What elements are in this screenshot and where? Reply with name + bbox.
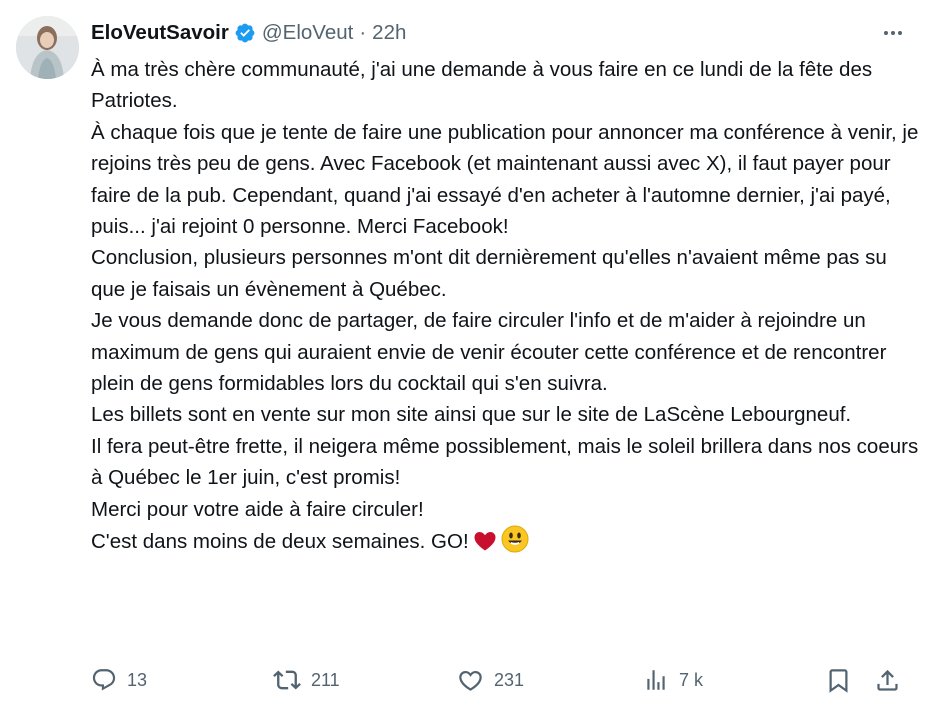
reply-count: 13 xyxy=(127,669,148,690)
share-icon xyxy=(877,669,898,691)
repost-button[interactable]: 211 xyxy=(273,664,340,696)
smiling-face-icon xyxy=(501,525,529,562)
tweet-text: À ma très chère communauté, j'ai une dem… xyxy=(91,54,921,563)
tweet-paragraph: À chaque fois que je tente de faire une … xyxy=(91,120,919,239)
more-options-icon[interactable] xyxy=(878,22,908,44)
like-count: 231 xyxy=(494,669,525,690)
tweet-paragraph: Je vous demande donc de partager, de fai… xyxy=(91,309,887,396)
like-button[interactable]: 231 xyxy=(457,664,524,696)
tweet-last-line: C'est dans moins de deux semaines. GO! xyxy=(91,530,469,554)
views-chart-icon xyxy=(647,670,665,690)
tweet-paragraph: Il fera peut-être frette, il neigera mêm… xyxy=(91,434,919,490)
handle[interactable]: @EloVeut xyxy=(262,21,353,45)
reply-button[interactable]: 13 xyxy=(91,664,147,696)
tweet: EloVeutSavoir @EloVeut · 22h À ma très c… xyxy=(0,0,936,719)
separator-dot: · xyxy=(359,21,367,44)
tweet-paragraph: Merci pour votre aide à faire circuler! xyxy=(91,497,424,521)
tweet-paragraph: Conclusion, plusieurs personnes m'ont di… xyxy=(91,246,887,301)
red-heart-icon xyxy=(473,529,497,562)
heart-icon xyxy=(459,670,482,691)
verified-badge-icon[interactable] xyxy=(234,22,256,44)
bookmark-button[interactable] xyxy=(825,664,852,696)
avatar[interactable] xyxy=(16,16,79,79)
repost-icon xyxy=(273,670,301,690)
display-name[interactable]: EloVeutSavoir xyxy=(91,21,229,45)
repost-count: 211 xyxy=(311,669,340,690)
views-count: 7 k xyxy=(679,669,704,690)
bookmark-icon xyxy=(829,668,848,693)
tweet-paragraph: Les billets sont en vente sur mon site a… xyxy=(91,403,852,427)
avatar-image xyxy=(16,16,79,79)
tweet-paragraph: À ma très chère communauté, j'ai une dem… xyxy=(91,58,873,113)
views-button[interactable]: 7 k xyxy=(643,664,703,696)
reply-icon xyxy=(92,669,116,691)
share-button[interactable] xyxy=(874,664,901,696)
tweet-header: EloVeutSavoir @EloVeut · 22h xyxy=(91,20,406,46)
tweet-last-paragraph: C'est dans moins de deux semaines. GO! xyxy=(91,525,921,562)
action-bar: 13 211 231 7 k xyxy=(91,664,906,696)
timestamp[interactable]: 22h xyxy=(372,21,406,45)
